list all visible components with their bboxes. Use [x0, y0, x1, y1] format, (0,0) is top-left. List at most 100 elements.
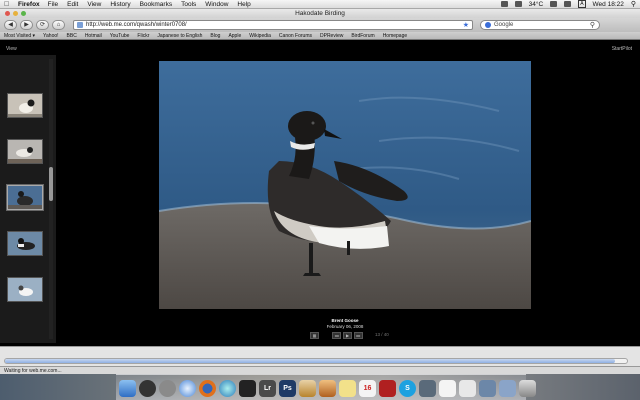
back-button[interactable]: ◀ [4, 20, 17, 30]
bookmarks-bar: Most Visited ▾ Yahoo! BBC Hotmail YouTub… [0, 32, 640, 40]
lightroom-icon[interactable]: Lr [259, 380, 276, 397]
bookmark-blog[interactable]: Blog [210, 33, 220, 39]
thumbnail-selected[interactable] [7, 185, 43, 210]
photo-caption: Brent Goose February 06, 2008 [300, 318, 390, 330]
horizontal-scrollbar-handle[interactable] [5, 359, 615, 363]
bookmark-apple[interactable]: Apple [228, 33, 241, 39]
document-icon[interactable] [459, 380, 476, 397]
next-button[interactable]: ▸▸ [354, 332, 363, 339]
thumbnail-bird-image [8, 232, 42, 255]
thumbnail-bird-image [8, 186, 42, 209]
bluetooth-icon[interactable] [564, 1, 572, 7]
search-input[interactable]: Google ⚲ [480, 20, 600, 30]
view-link[interactable]: View [6, 46, 17, 52]
bookmark-yahoo[interactable]: Yahoo! [43, 33, 58, 39]
system-preferences-icon[interactable] [159, 380, 176, 397]
search-placeholder: Google [494, 22, 514, 28]
safari-icon[interactable] [179, 380, 196, 397]
input-source-badge[interactable]: A [578, 0, 586, 8]
thumbnail[interactable] [7, 277, 43, 302]
thumbnail-sidebar [0, 55, 56, 343]
photo-booth-icon[interactable] [379, 380, 396, 397]
photoshop-icon[interactable]: Ps [279, 380, 296, 397]
bookmark-bbc[interactable]: BBC [67, 33, 77, 39]
google-icon [485, 22, 491, 28]
bookmark-japanese-to-english[interactable]: Japanese to English [157, 33, 202, 39]
apple-icon[interactable]:  [4, 1, 12, 8]
reload-button[interactable]: ⟳ [36, 20, 49, 30]
search-icon[interactable]: ⚲ [590, 21, 595, 29]
temperature-readout[interactable]: 34°C [529, 1, 544, 8]
horizontal-scroll-area [0, 346, 640, 366]
thumbnail-bird-image [8, 140, 42, 163]
camera-icon[interactable] [239, 380, 256, 397]
previous-button[interactable]: ◂◂ [332, 332, 341, 339]
mac-dock: Lr Ps 16 S [116, 374, 536, 400]
thumbnail-bird-image [8, 94, 42, 117]
skype-icon[interactable]: S [399, 380, 416, 397]
preview-icon[interactable] [299, 380, 316, 397]
minimize-window-button[interactable] [13, 11, 18, 16]
main-photo[interactable] [159, 61, 531, 309]
bookmark-birdforum[interactable]: BirdForum [351, 33, 374, 39]
stickies-icon[interactable] [339, 380, 356, 397]
ical-icon[interactable]: 16 [359, 380, 376, 397]
browser-toolbar: ◀ ▶ ⟳ ⌂ http://web.me.com/qwash/winter07… [0, 18, 640, 32]
thumbnail[interactable] [7, 139, 43, 164]
thumbnail[interactable] [7, 231, 43, 256]
spotlight-icon[interactable]: ⚲ [631, 0, 636, 8]
thumbnail-bird-image [8, 278, 42, 301]
thumbnail[interactable] [7, 93, 43, 118]
bookmark-dpreview[interactable]: DPReview [320, 33, 343, 39]
menu-help[interactable]: Help [237, 1, 250, 8]
volume-icon[interactable] [514, 1, 522, 7]
bookmark-most-visited[interactable]: Most Visited ▾ [4, 33, 35, 39]
downloads-icon[interactable] [479, 380, 496, 397]
address-bar[interactable]: http://web.me.com/qwash/winter0708/ ★ [73, 20, 473, 30]
gallery-page: View StartPilot Brent Goose February 06,… [0, 40, 640, 346]
forward-button[interactable]: ▶ [20, 20, 33, 30]
mac-menubar:  Firefox File Edit View History Bookmar… [0, 0, 640, 9]
menubar-clock[interactable]: Wed 18:22 [593, 1, 624, 8]
menu-bookmarks[interactable]: Bookmarks [140, 1, 173, 8]
bookmark-wikipedia[interactable]: Wikipedia [249, 33, 271, 39]
battery-icon[interactable] [550, 1, 558, 7]
site-favicon-icon [77, 22, 83, 28]
menu-edit[interactable]: Edit [67, 1, 78, 8]
document-icon[interactable] [439, 380, 456, 397]
bookmark-canon-forums[interactable]: Canon Forums [279, 33, 312, 39]
bookmark-hotmail[interactable]: Hotmail [85, 33, 102, 39]
zoom-window-button[interactable] [21, 11, 26, 16]
menu-file[interactable]: File [48, 1, 58, 8]
menu-history[interactable]: History [110, 1, 130, 8]
bookmark-youtube[interactable]: YouTube [110, 33, 130, 39]
bookmark-flickr[interactable]: Flickr [137, 33, 149, 39]
address-bar-url[interactable]: http://web.me.com/qwash/winter0708/ [86, 22, 187, 28]
window-titlebar: Hakodate Birding [0, 9, 640, 18]
wifi-icon[interactable] [500, 1, 508, 7]
app-icon[interactable] [419, 380, 436, 397]
thumbnail-scrollbar-handle[interactable] [49, 167, 53, 201]
star-icon[interactable]: ★ [463, 21, 469, 29]
menu-view[interactable]: View [87, 1, 101, 8]
folder-icon[interactable] [499, 380, 516, 397]
trash-icon[interactable] [519, 380, 536, 397]
window-title: Hakodate Birding [295, 10, 345, 17]
firefox-icon[interactable] [199, 380, 216, 397]
menu-window[interactable]: Window [205, 1, 228, 8]
brent-goose-photo [159, 61, 531, 309]
gallery-header: View StartPilot [0, 40, 640, 52]
photo-date: February 06, 2008 [326, 324, 364, 329]
play-button[interactable]: ▶ [343, 332, 352, 339]
dashboard-icon[interactable] [139, 380, 156, 397]
finder-icon[interactable] [119, 380, 136, 397]
home-button[interactable]: ⌂ [52, 20, 65, 30]
close-window-button[interactable] [5, 11, 10, 16]
grid-view-button[interactable]: ▦ [310, 332, 319, 339]
menu-tools[interactable]: Tools [181, 1, 196, 8]
menu-app-name[interactable]: Firefox [18, 1, 40, 8]
startpilot-link[interactable]: StartPilot [612, 46, 632, 52]
photo-browser-icon[interactable] [319, 380, 336, 397]
itunes-icon[interactable] [219, 380, 236, 397]
bookmark-homepage[interactable]: Homepage [383, 33, 407, 39]
